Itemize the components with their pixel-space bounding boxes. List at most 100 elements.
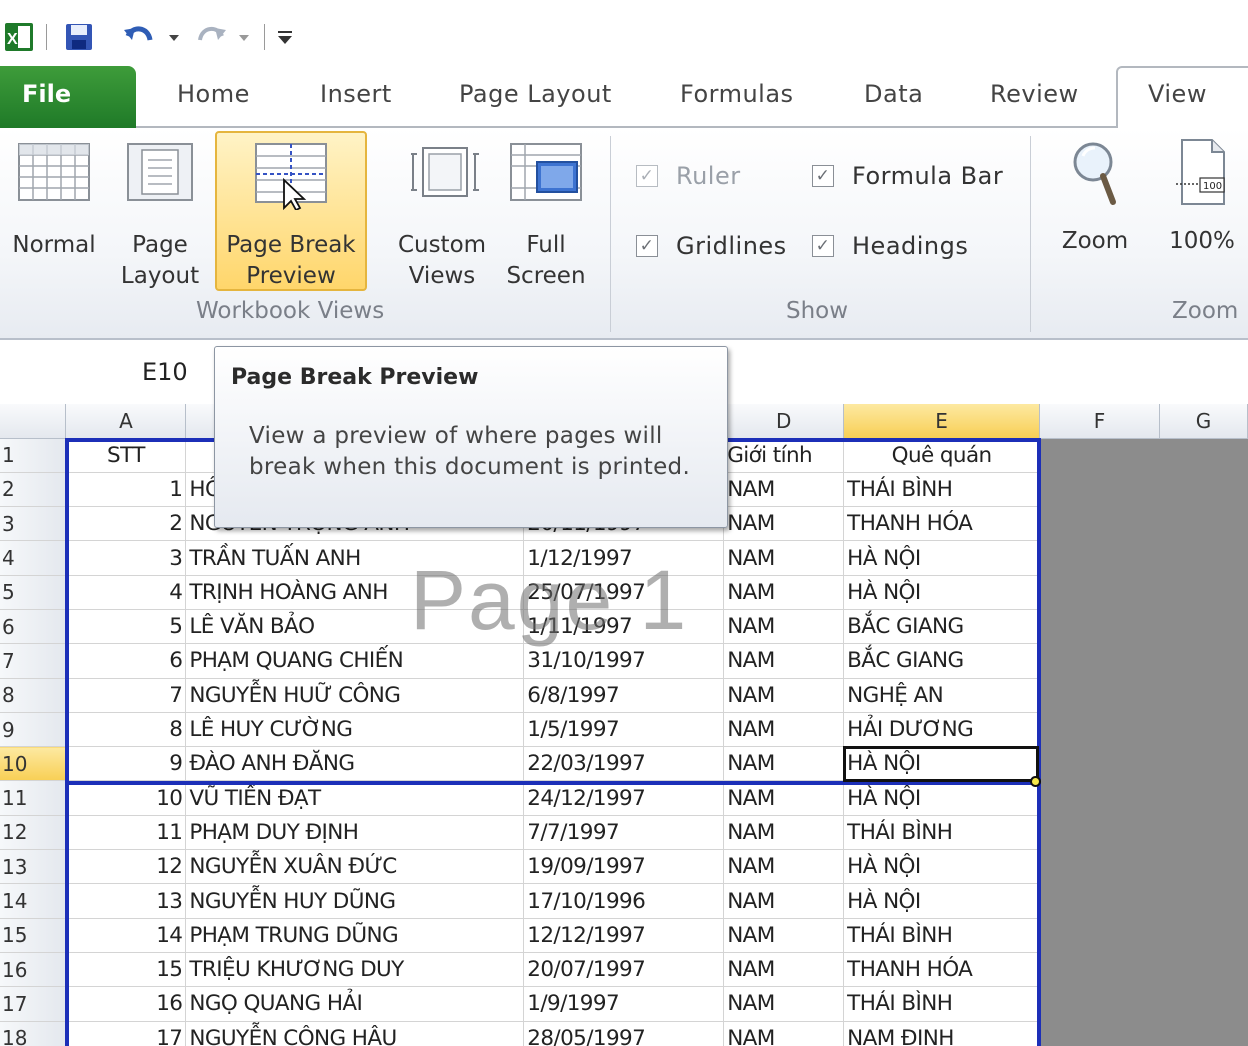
cell-f9[interactable]	[1039, 712, 1160, 748]
cell-c12[interactable]: 7/7/1997	[523, 815, 725, 851]
tab-review[interactable]: Review	[990, 80, 1079, 108]
cell-d12[interactable]: NAM	[723, 815, 845, 851]
cell-g11[interactable]	[1159, 780, 1248, 816]
cell-e9[interactable]: HẢI DƯƠNG	[843, 712, 1041, 748]
cell-a14[interactable]: 13	[65, 883, 187, 919]
cell-b13[interactable]: NGUYỄN XUÂN ĐỨC	[185, 849, 525, 885]
cell-b10[interactable]: ĐÀO ANH ĐĂNG	[185, 746, 525, 782]
cell-e6[interactable]: BẮC GIANG	[843, 609, 1041, 645]
cell-b16[interactable]: TRIỆU KHƯƠNG DUY	[185, 952, 525, 988]
cell-d3[interactable]: NAM	[723, 506, 845, 542]
cell-e8[interactable]: NGHỆ AN	[843, 678, 1041, 713]
page-break-preview-button[interactable]: Page Break Preview	[215, 140, 367, 292]
row-header[interactable]: 16	[0, 952, 67, 988]
tab-data[interactable]: Data	[864, 80, 923, 108]
save-icon[interactable]	[64, 22, 94, 52]
cell-g4[interactable]	[1159, 540, 1248, 576]
cell-c11[interactable]: 24/12/1997	[523, 780, 725, 816]
cell-f14[interactable]	[1039, 883, 1160, 919]
row-header[interactable]: 13	[0, 849, 67, 885]
cell-c14[interactable]: 17/10/1996	[523, 883, 725, 919]
cell-a8[interactable]: 7	[65, 678, 187, 713]
cell-b12[interactable]: PHẠM DUY ĐỊNH	[185, 815, 525, 851]
row-header[interactable]: 18	[0, 1021, 67, 1046]
cell-f6[interactable]	[1039, 609, 1160, 645]
cell-d5[interactable]: NAM	[723, 575, 845, 610]
row-header[interactable]: 8	[0, 678, 67, 713]
cell-f18[interactable]	[1039, 1021, 1160, 1046]
cell-f2[interactable]	[1039, 472, 1160, 508]
tab-formulas[interactable]: Formulas	[680, 80, 794, 108]
cell-e14[interactable]: HÀ NỘI	[843, 883, 1041, 919]
row-header[interactable]: 9	[0, 712, 67, 748]
cell-g16[interactable]	[1159, 952, 1248, 988]
cell-a13[interactable]: 12	[65, 849, 187, 885]
gridlines-checkbox[interactable]: ✓ Gridlines	[636, 232, 787, 260]
cell-e4[interactable]: HÀ NỘI	[843, 540, 1041, 576]
cell-e18[interactable]: NAM ĐỊNH	[843, 1021, 1041, 1046]
cell-d9[interactable]: NAM	[723, 712, 845, 748]
cell-a1[interactable]: STT	[65, 438, 187, 473]
cell-b17[interactable]: NGỌ QUANG HẢI	[185, 986, 525, 1022]
cell-c16[interactable]: 20/07/1997	[523, 952, 725, 988]
cell-g15[interactable]	[1159, 918, 1248, 953]
column-header-e[interactable]: E	[843, 404, 1041, 439]
normal-view-button[interactable]: Normal	[2, 140, 106, 261]
formula-bar-checkbox[interactable]: ✓ Formula Bar	[812, 162, 1003, 190]
cell-e16[interactable]: THANH HÓA	[843, 952, 1041, 988]
excel-icon[interactable]: X	[4, 22, 34, 52]
select-all-corner[interactable]	[0, 404, 67, 439]
cell-a15[interactable]: 14	[65, 918, 187, 953]
undo-icon[interactable]	[122, 22, 156, 52]
cell-a2[interactable]: 1	[65, 472, 187, 508]
cell-g5[interactable]	[1159, 575, 1248, 610]
cell-a6[interactable]: 5	[65, 609, 187, 645]
cell-d2[interactable]: NAM	[723, 472, 845, 508]
cell-a11[interactable]: 10	[65, 780, 187, 816]
cell-c17[interactable]: 1/9/1997	[523, 986, 725, 1022]
headings-checkbox[interactable]: ✓ Headings	[812, 232, 968, 260]
cell-f4[interactable]	[1039, 540, 1160, 576]
undo-dropdown-icon[interactable]	[168, 22, 180, 52]
cell-a9[interactable]: 8	[65, 712, 187, 748]
cell-f1[interactable]	[1039, 438, 1160, 473]
cell-g1[interactable]	[1159, 438, 1248, 473]
row-header[interactable]: 12	[0, 815, 67, 851]
cell-f7[interactable]	[1039, 643, 1160, 679]
cell-a12[interactable]: 11	[65, 815, 187, 851]
cell-a4[interactable]: 3	[65, 540, 187, 576]
cell-c15[interactable]: 12/12/1997	[523, 918, 725, 953]
cell-c18[interactable]: 28/05/1997	[523, 1021, 725, 1046]
cell-e13[interactable]: HÀ NỘI	[843, 849, 1041, 885]
cell-a5[interactable]: 4	[65, 575, 187, 610]
cell-b11[interactable]: VŨ TIẾN ĐẠT	[185, 780, 525, 816]
cell-e2[interactable]: THÁI BÌNH	[843, 472, 1041, 508]
cell-g12[interactable]	[1159, 815, 1248, 851]
cell-f15[interactable]	[1039, 918, 1160, 953]
row-header[interactable]: 14	[0, 883, 67, 919]
cell-a18[interactable]: 17	[65, 1021, 187, 1046]
cell-e11[interactable]: HÀ NỘI	[843, 780, 1041, 816]
cell-b15[interactable]: PHẠM TRUNG DŨNG	[185, 918, 525, 953]
cell-b14[interactable]: NGUYỄN HUY DŨNG	[185, 883, 525, 919]
zoom-100-button[interactable]: 100 100%	[1160, 136, 1244, 257]
full-screen-button[interactable]: Full Screen	[500, 140, 592, 292]
row-header[interactable]: 5	[0, 575, 67, 610]
cell-g14[interactable]	[1159, 883, 1248, 919]
cell-a17[interactable]: 16	[65, 986, 187, 1022]
cell-c13[interactable]: 19/09/1997	[523, 849, 725, 885]
cell-f17[interactable]	[1039, 986, 1160, 1022]
column-header-g[interactable]: G	[1159, 404, 1248, 439]
cell-a10[interactable]: 9	[65, 746, 187, 782]
cell-g3[interactable]	[1159, 506, 1248, 542]
cell-e12[interactable]: THÁI BÌNH	[843, 815, 1041, 851]
cell-d6[interactable]: NAM	[723, 609, 845, 645]
cell-g6[interactable]	[1159, 609, 1248, 645]
column-header-f[interactable]: F	[1039, 404, 1160, 439]
cell-d4[interactable]: NAM	[723, 540, 845, 576]
column-header-a[interactable]: A	[65, 404, 187, 439]
cell-a7[interactable]: 6	[65, 643, 187, 679]
cell-f10[interactable]	[1039, 746, 1160, 782]
row-header[interactable]: 10	[0, 746, 67, 782]
cell-d1[interactable]: Giới tính	[723, 438, 845, 473]
